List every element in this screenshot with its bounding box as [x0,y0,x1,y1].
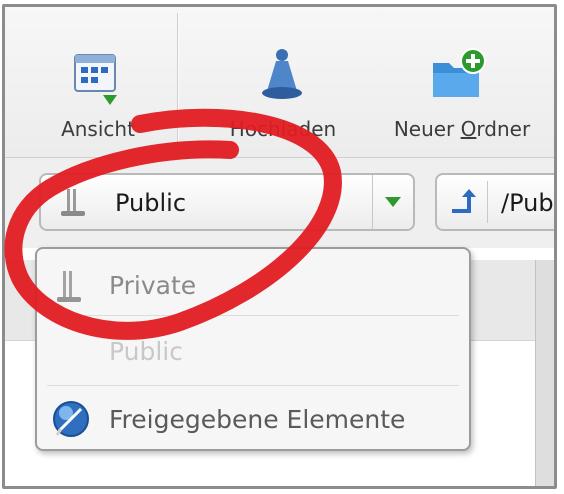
dropdown-separator [47,385,459,386]
view-button[interactable]: Ansicht [43,7,153,157]
drive-icon [57,271,81,302]
drive-select-toggle[interactable] [372,175,413,229]
new-folder-icon [433,48,486,97]
drive-icon [61,189,85,216]
dropdown-item-public[interactable]: Public [37,319,469,385]
drive-select-value: Public [115,189,187,217]
new-folder-button[interactable]: Neuer Ordner [377,7,547,157]
upload-button[interactable]: Hochladen [213,7,353,157]
view-grid-icon [74,54,117,105]
scrollbar[interactable] [535,260,554,486]
new-folder-label-part: rdner [476,117,531,141]
drive-select[interactable]: Public [39,173,415,231]
toolbar: Ansicht Hochladen Neuer Ordner [5,7,554,158]
chevron-down-icon [385,197,401,207]
drive-dropdown-menu: Private Public Freigegebene Elemente [35,247,471,451]
dropdown-item-label: Private [109,271,197,300]
dropdown-item-label: Freigegebene Elemente [109,405,406,434]
dropdown-item-private[interactable]: Private [37,253,469,319]
view-button-label: Ansicht [61,117,135,141]
up-arrow-icon[interactable] [449,189,479,217]
dropdown-item-shared[interactable]: Freigegebene Elemente [37,387,469,453]
toolbar-separator [177,13,179,151]
shared-items-icon [53,401,89,437]
path-value: /Pub [501,189,554,217]
path-field[interactable]: /Pub [435,173,554,231]
upload-icon [262,49,302,99]
app-window: Ansicht Hochladen Neuer Ordner Public /P… [2,4,557,489]
location-bar: Public /Pub [5,158,554,248]
upload-button-label: Hochladen [229,117,337,141]
new-folder-label-accesskey: O [460,117,477,141]
new-folder-label-part: Neuer [393,117,461,141]
new-folder-button-label: Neuer Ordner [377,117,547,141]
path-divider [487,181,488,223]
dropdown-item-label: Public [109,337,183,366]
dropdown-separator [47,315,459,316]
